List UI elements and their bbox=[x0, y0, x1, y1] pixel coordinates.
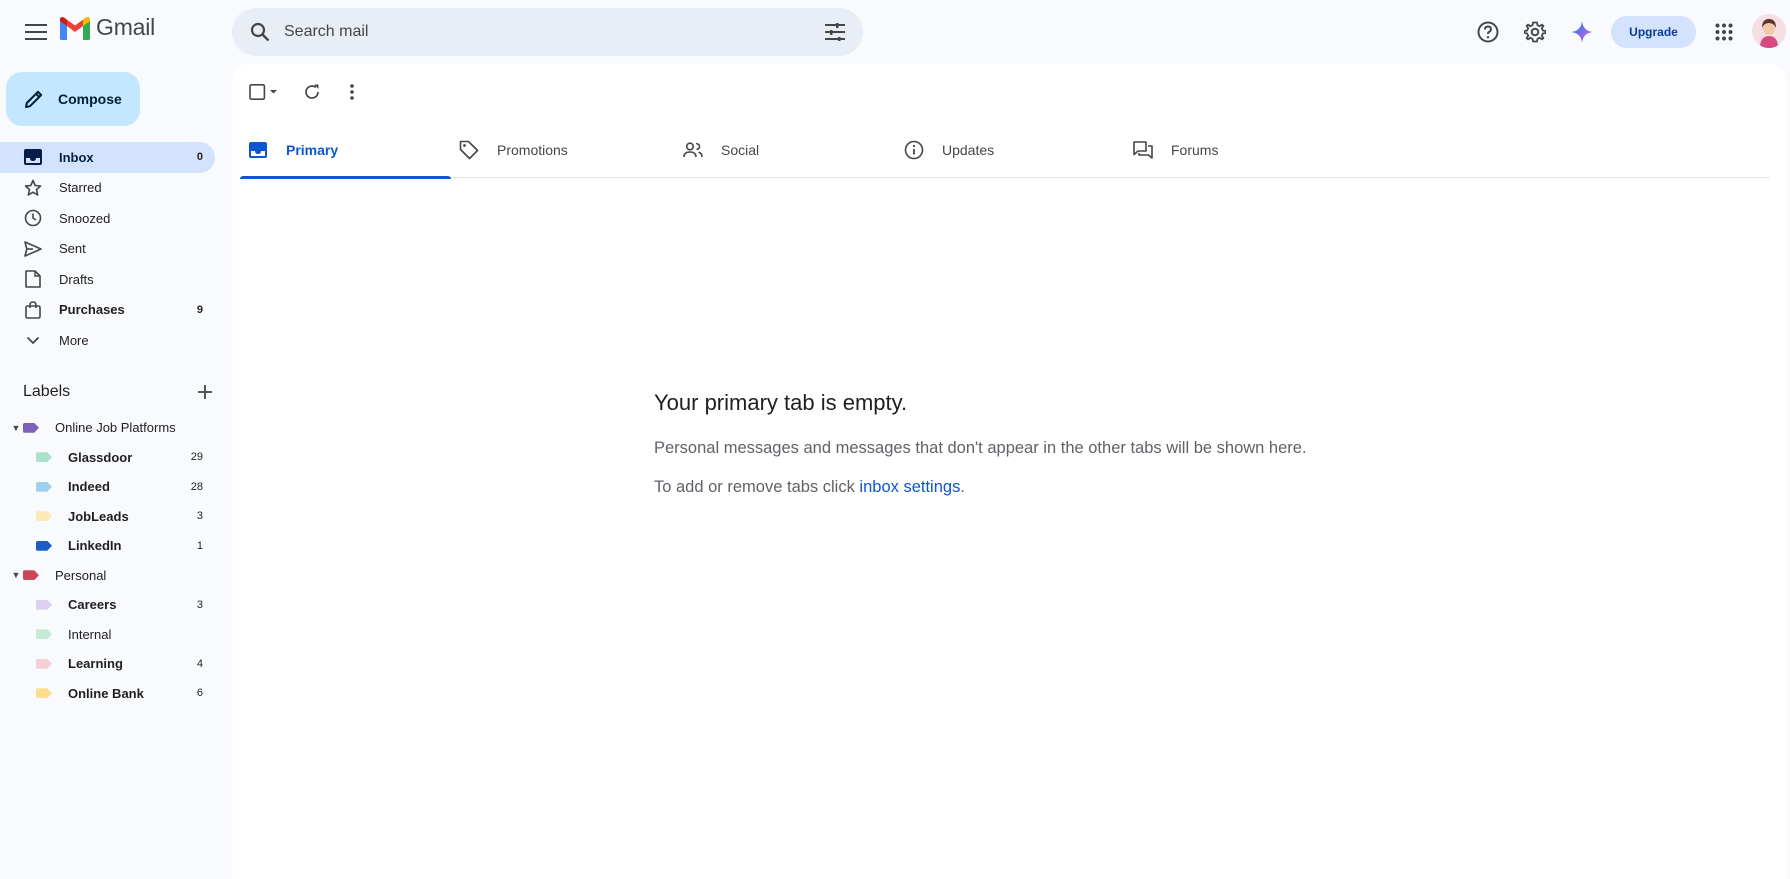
support-button[interactable] bbox=[1468, 12, 1508, 52]
purchases-count: 9 bbox=[196, 303, 203, 316]
label-glassdoor[interactable]: Glassdoor 29 bbox=[0, 443, 215, 473]
more-vert-icon bbox=[350, 84, 354, 100]
people-icon bbox=[683, 140, 703, 160]
mail-toolbar bbox=[240, 72, 372, 112]
compose-label: Compose bbox=[58, 91, 122, 107]
chevron-down-icon bbox=[23, 330, 43, 350]
inbox-settings-link[interactable]: inbox settings bbox=[859, 478, 960, 496]
sidebar-item-sent[interactable]: Sent bbox=[0, 234, 215, 265]
create-label-button[interactable] bbox=[189, 376, 221, 408]
sidebar-item-snoozed[interactable]: Snoozed bbox=[0, 203, 215, 234]
top-bar: Gmail Upgrade bbox=[0, 0, 1790, 64]
caret-down-icon[interactable]: ▼ bbox=[10, 570, 22, 580]
star-icon bbox=[23, 178, 43, 198]
search-button[interactable] bbox=[236, 8, 284, 56]
pencil-icon bbox=[22, 87, 46, 111]
tab-forums[interactable]: Forums bbox=[1125, 122, 1349, 178]
tune-icon bbox=[825, 23, 845, 41]
refresh-button[interactable] bbox=[292, 72, 332, 112]
sidebar-item-purchases[interactable]: Purchases 9 bbox=[0, 295, 215, 326]
label-tag-icon bbox=[36, 599, 52, 610]
labels-header: Labels bbox=[23, 376, 213, 408]
apps-icon bbox=[1715, 23, 1733, 41]
more-options-button[interactable] bbox=[332, 72, 372, 112]
menu-icon bbox=[25, 24, 47, 40]
sidebar-item-drafts[interactable]: Drafts bbox=[0, 264, 215, 295]
label-tag-icon bbox=[36, 540, 52, 551]
clock-icon bbox=[23, 208, 43, 228]
info-icon bbox=[904, 140, 924, 160]
label-list: ▼ Online Job Platforms Glassdoor 29 Inde… bbox=[0, 413, 215, 708]
label-indeed[interactable]: Indeed 28 bbox=[0, 472, 215, 502]
main-menu-button[interactable] bbox=[16, 12, 56, 52]
gmail-logo-icon bbox=[60, 16, 90, 40]
empty-state: Your primary tab is empty. Personal mess… bbox=[654, 390, 1554, 497]
search-bar bbox=[232, 8, 863, 56]
tab-primary-label: Primary bbox=[286, 142, 339, 158]
tab-promotions[interactable]: Promotions bbox=[451, 122, 675, 178]
sidebar-item-starred[interactable]: Starred bbox=[0, 173, 215, 204]
label-online-bank[interactable]: Online Bank 6 bbox=[0, 679, 215, 709]
inbox-icon bbox=[23, 147, 43, 167]
settings-button[interactable] bbox=[1515, 12, 1555, 52]
label-internal[interactable]: Internal bbox=[0, 620, 215, 650]
empty-state-settings-hint: To add or remove tabs click inbox settin… bbox=[654, 478, 965, 496]
empty-state-description: Personal messages and messages that don'… bbox=[654, 439, 1307, 457]
label-tag-icon bbox=[36, 688, 52, 699]
gemini-button[interactable] bbox=[1562, 12, 1602, 52]
gmail-logo[interactable]: Gmail bbox=[60, 14, 155, 41]
label-tag-icon bbox=[36, 658, 52, 669]
upgrade-button[interactable]: Upgrade bbox=[1611, 16, 1696, 48]
inbox-count: 0 bbox=[196, 151, 203, 164]
tab-updates-label: Updates bbox=[942, 142, 995, 158]
tab-forums-label: Forums bbox=[1171, 142, 1219, 158]
settings-icon bbox=[1524, 21, 1546, 43]
label-tag-icon bbox=[36, 481, 52, 492]
select-all-checkbox[interactable] bbox=[240, 72, 286, 112]
sidebar-item-inbox[interactable]: Inbox 0 bbox=[0, 142, 215, 173]
tag-icon bbox=[459, 140, 479, 160]
plus-icon bbox=[198, 385, 212, 399]
sidebar-item-more[interactable]: More bbox=[0, 325, 215, 356]
forum-icon bbox=[1133, 140, 1153, 160]
google-apps-button[interactable] bbox=[1704, 12, 1744, 52]
empty-state-title: Your primary tab is empty. bbox=[654, 390, 908, 415]
tab-updates[interactable]: Updates bbox=[896, 122, 1125, 178]
tab-social-label: Social bbox=[721, 142, 760, 158]
label-careers[interactable]: Careers 3 bbox=[0, 590, 215, 620]
search-input[interactable] bbox=[284, 23, 811, 41]
send-icon bbox=[23, 239, 43, 259]
draft-icon bbox=[23, 269, 43, 289]
labels-title: Labels bbox=[23, 383, 71, 400]
label-tag-icon bbox=[36, 452, 52, 463]
label-tag-icon bbox=[36, 511, 52, 522]
tab-social[interactable]: Social bbox=[675, 122, 896, 178]
label-online-job-platforms[interactable]: ▼ Online Job Platforms bbox=[0, 413, 215, 443]
checkbox-icon bbox=[249, 84, 277, 100]
app-name: Gmail bbox=[96, 14, 156, 40]
refresh-icon bbox=[303, 83, 321, 101]
label-tag-icon bbox=[36, 629, 52, 640]
tab-promotions-label: Promotions bbox=[497, 142, 568, 158]
label-learning[interactable]: Learning 4 bbox=[0, 649, 215, 679]
help-icon bbox=[1477, 21, 1499, 43]
sidebar-nav: Inbox 0 Starred Snoozed Sent Drafts Purc… bbox=[0, 142, 215, 356]
caret-down-icon[interactable]: ▼ bbox=[10, 423, 22, 433]
main-panel: Primary Promotions Social Updates Forums bbox=[232, 64, 1786, 879]
label-tag-icon bbox=[23, 570, 39, 581]
compose-button[interactable]: Compose bbox=[6, 72, 140, 126]
account-avatar[interactable] bbox=[1752, 14, 1786, 48]
label-jobleads[interactable]: JobLeads 3 bbox=[0, 502, 215, 532]
label-linkedin[interactable]: LinkedIn 1 bbox=[0, 531, 215, 561]
gemini-icon bbox=[1571, 21, 1593, 43]
search-options-button[interactable] bbox=[811, 8, 859, 56]
search-icon bbox=[250, 22, 270, 42]
tab-primary[interactable]: Primary bbox=[240, 122, 451, 179]
category-tabs: Primary Promotions Social Updates Forums bbox=[240, 122, 1770, 179]
inbox-icon bbox=[248, 140, 268, 160]
purchases-icon bbox=[23, 300, 43, 320]
label-personal[interactable]: ▼ Personal bbox=[0, 561, 215, 591]
label-tag-icon bbox=[23, 422, 39, 433]
